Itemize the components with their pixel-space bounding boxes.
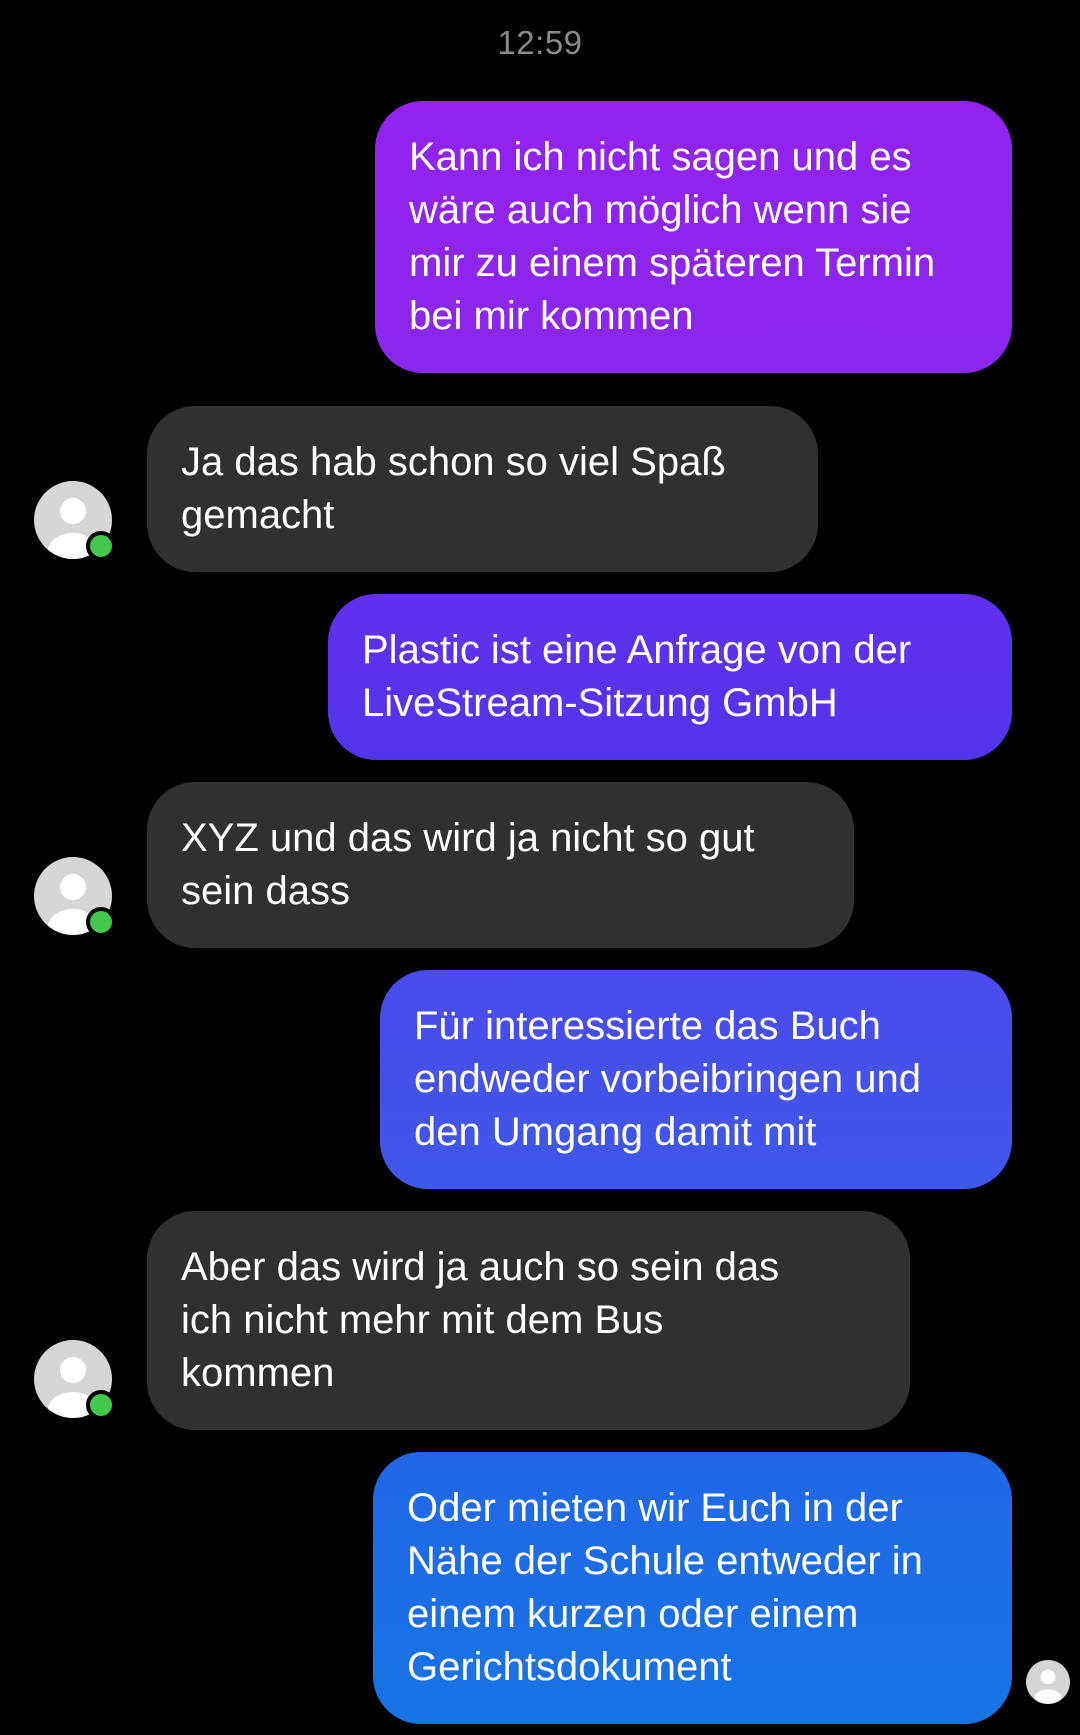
default-user-avatar-icon: [1033, 1669, 1063, 1704]
contact-avatar-icon[interactable]: [34, 857, 116, 937]
incoming-message-bubble[interactable]: Ja das hab schon so viel Spaß gemacht: [147, 406, 818, 572]
online-status-icon: [86, 1390, 116, 1420]
online-status-icon: [86, 907, 116, 937]
message-timestamp: 12:59: [497, 24, 583, 61]
outgoing-message-bubble[interactable]: Oder mieten wir Euch in der Nähe der Sch…: [373, 1452, 1012, 1724]
outgoing-message-bubble[interactable]: Plastic ist eine Anfrage von der LiveStr…: [328, 594, 1012, 760]
seen-receipt-avatar-icon: [1026, 1660, 1070, 1704]
incoming-message-bubble[interactable]: Aber das wird ja auch so sein das ich ni…: [147, 1211, 910, 1430]
outgoing-message-bubble[interactable]: Für interessierte das Buch endweder vorb…: [380, 970, 1012, 1189]
contact-avatar-icon[interactable]: [34, 481, 116, 561]
contact-avatar-icon[interactable]: [34, 1340, 116, 1420]
outgoing-message-bubble[interactable]: Kann ich nicht sagen und es wäre auch mö…: [375, 101, 1012, 373]
online-status-icon: [86, 531, 116, 561]
incoming-message-bubble[interactable]: XYZ und das wird ja nicht so gut sein da…: [147, 782, 854, 948]
